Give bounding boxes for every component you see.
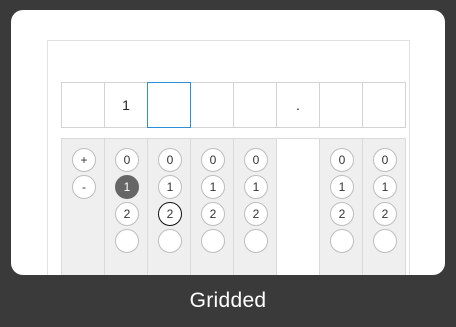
bubble-3[interactable] [244, 229, 268, 253]
entry-cell-2[interactable]: 1 [104, 82, 148, 128]
bubble-3[interactable] [373, 229, 397, 253]
digit-column-2: 0 1 2 [104, 138, 148, 275]
minus-bubble[interactable]: - [72, 175, 96, 199]
bubble-3[interactable] [330, 229, 354, 253]
bubble-2[interactable]: 2 [201, 202, 225, 226]
gridded-response-panel: 1 . + - 0 1 2 0 1 2 0 1 2 0 1 2 0 1 2 0 … [47, 40, 410, 275]
digit-column-3: 0 1 2 [147, 138, 191, 275]
bubble-2[interactable]: 2 [244, 202, 268, 226]
card: 1 . + - 0 1 2 0 1 2 0 1 2 0 1 2 0 1 2 0 … [11, 10, 445, 275]
bubble-0[interactable]: 0 [373, 148, 397, 172]
entry-cell-decimal: . [276, 82, 320, 128]
bubble-0[interactable]: 0 [201, 148, 225, 172]
entry-cell-4[interactable] [190, 82, 234, 128]
bubble-1[interactable]: 1 [244, 175, 268, 199]
bubble-grid: + - 0 1 2 0 1 2 0 1 2 0 1 2 0 1 2 0 1 2 [61, 138, 406, 275]
bubble-2[interactable]: 2 [373, 202, 397, 226]
bubble-1[interactable]: 1 [201, 175, 225, 199]
sign-column: + - [61, 138, 105, 275]
answer-entry-row: 1 . [61, 82, 406, 128]
bubble-0[interactable]: 0 [244, 148, 268, 172]
decimal-column [276, 138, 320, 275]
bubble-2-hover[interactable]: 2 [158, 202, 182, 226]
digit-column-7: 0 1 2 [319, 138, 363, 275]
bubble-3[interactable] [158, 229, 182, 253]
plus-bubble[interactable]: + [72, 148, 96, 172]
entry-cell-3-active[interactable] [147, 82, 191, 128]
entry-cell-8[interactable] [362, 82, 406, 128]
bubble-0[interactable]: 0 [330, 148, 354, 172]
bubble-2[interactable]: 2 [330, 202, 354, 226]
bubble-3[interactable] [115, 229, 139, 253]
bubble-0[interactable]: 0 [158, 148, 182, 172]
bubble-3[interactable] [201, 229, 225, 253]
entry-cell-5[interactable] [233, 82, 277, 128]
entry-cell-7[interactable] [319, 82, 363, 128]
bubble-0[interactable]: 0 [115, 148, 139, 172]
digit-column-8: 0 1 2 [362, 138, 406, 275]
bubble-1[interactable]: 1 [158, 175, 182, 199]
digit-column-5: 0 1 2 [233, 138, 277, 275]
bubble-1[interactable]: 1 [330, 175, 354, 199]
bubble-1[interactable]: 1 [373, 175, 397, 199]
digit-column-4: 0 1 2 [190, 138, 234, 275]
entry-cell-1[interactable] [61, 82, 105, 128]
bubble-2[interactable]: 2 [115, 202, 139, 226]
bubble-1-filled[interactable]: 1 [115, 175, 139, 199]
caption-label: Gridded [189, 289, 267, 312]
